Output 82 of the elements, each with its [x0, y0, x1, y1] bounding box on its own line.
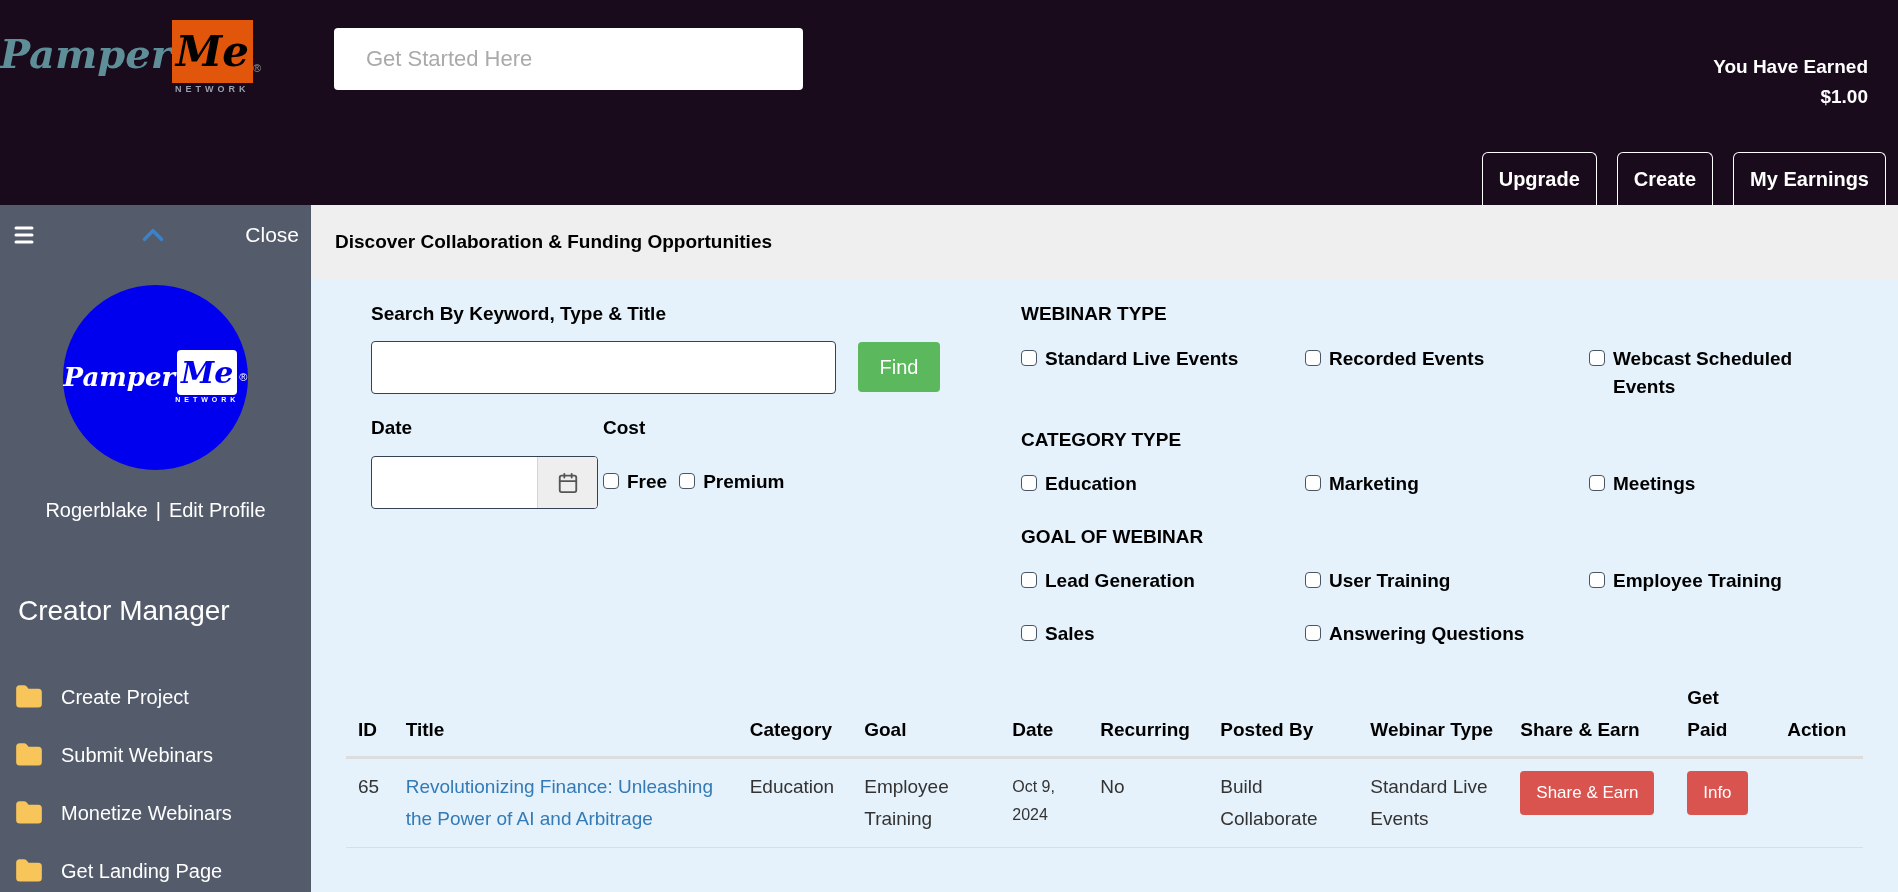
- column-header: Get Paid: [1675, 672, 1776, 758]
- checkbox[interactable]: [603, 473, 619, 489]
- webinar-title-link[interactable]: Revolutionizing Finance: Unleashing the Power of AI and Arbitrage: [405, 771, 726, 835]
- logo-word: Pamper: [63, 360, 176, 394]
- calendar-icon[interactable]: [556, 471, 579, 494]
- checkbox[interactable]: [1021, 572, 1037, 588]
- checkbox[interactable]: [1305, 475, 1321, 491]
- close-button[interactable]: Close: [245, 219, 299, 251]
- checkbox-label: Recorded Events: [1329, 346, 1485, 371]
- sidebar-item[interactable]: Submit Webinars: [13, 740, 311, 770]
- share-earn-button[interactable]: Share & Earn: [1520, 771, 1655, 815]
- checkbox-label: Lead Generation: [1045, 569, 1195, 593]
- column-header: Recurring: [1088, 672, 1209, 758]
- logo-mark: Me: [177, 349, 238, 395]
- checkbox[interactable]: [679, 473, 696, 489]
- checkbox-label: Premium: [703, 470, 785, 494]
- checkbox-label: Free: [627, 470, 668, 494]
- column-header: Title: [393, 672, 738, 758]
- page-title: Discover Collaboration & Funding Opportunities: [335, 230, 772, 255]
- table-cell: Standard Live Events: [1358, 757, 1509, 848]
- folder-icon: [13, 741, 45, 769]
- column-header: Goal: [852, 672, 1001, 758]
- column-header: Date: [1000, 672, 1089, 758]
- folder-icon: [13, 799, 45, 827]
- registered-mark: ®: [252, 61, 262, 76]
- checkbox-label: Employee Training: [1613, 569, 1782, 593]
- sidebar-item[interactable]: Create Project: [13, 682, 311, 712]
- checkbox-label: User Training: [1329, 569, 1451, 593]
- username: Rogerblake: [45, 498, 148, 523]
- table-cell: Employee Training: [852, 757, 1001, 848]
- cost-label: Cost: [603, 415, 647, 440]
- search-field[interactable]: Get Started Here: [334, 28, 803, 90]
- checkbox[interactable]: [1021, 475, 1037, 491]
- checkbox[interactable]: [1305, 349, 1321, 366]
- column-header: Action: [1775, 672, 1863, 758]
- header-button[interactable]: My Earnings: [1733, 152, 1886, 205]
- column-header: Category: [737, 672, 853, 758]
- date-label: Date: [371, 415, 414, 440]
- table-cell: 65: [346, 757, 394, 848]
- checkbox-label: Answering Questions: [1329, 621, 1525, 646]
- checkbox-label: Sales: [1045, 621, 1095, 646]
- checkbox-label: Meetings: [1613, 472, 1696, 496]
- group-title: WEBINAR TYPE: [1021, 302, 1168, 326]
- checkbox[interactable]: [1589, 475, 1605, 491]
- column-header: Webinar Type: [1358, 672, 1509, 758]
- header-button[interactable]: Upgrade: [1481, 152, 1597, 205]
- sidebar-item[interactable]: Get Landing Page: [13, 856, 311, 886]
- table-cell: Build Collaborate: [1208, 757, 1359, 848]
- table-cell: Oct 9, 2024: [1000, 757, 1089, 848]
- sidebar-item[interactable]: Monetize Webinars: [13, 798, 311, 828]
- header-button[interactable]: Create: [1616, 152, 1714, 205]
- table-cell: No: [1088, 757, 1209, 848]
- logo-subtitle: NETWORK: [175, 83, 250, 96]
- checkbox[interactable]: [1589, 572, 1605, 588]
- info-button[interactable]: Info: [1687, 771, 1748, 815]
- checkbox[interactable]: [1305, 572, 1321, 588]
- checkbox[interactable]: [1021, 349, 1037, 366]
- folder-icon: [13, 857, 45, 885]
- edit-profile-link[interactable]: Edit Profile: [168, 495, 266, 525]
- checkbox[interactable]: [1021, 624, 1037, 641]
- section-title: Creator Manager: [18, 594, 231, 628]
- keyword-label: Search By Keyword, Type & Title: [371, 302, 667, 326]
- table-cell: Education: [737, 757, 853, 848]
- separator: |: [155, 498, 161, 523]
- column-header: Share & Earn: [1508, 672, 1676, 758]
- checkbox[interactable]: [1589, 349, 1605, 366]
- checkbox-label: Webcast Scheduled Events: [1613, 346, 1794, 399]
- checkbox-label: Marketing: [1329, 472, 1419, 496]
- column-header: ID: [346, 672, 394, 758]
- registered-mark: ®: [239, 369, 248, 385]
- checkbox-label: Education: [1045, 472, 1137, 496]
- folder-icon: [13, 683, 45, 711]
- group-title: CATEGORY TYPE: [1021, 427, 1183, 452]
- checkbox-label: Standard Live Events: [1045, 346, 1239, 371]
- column-header: Posted By: [1208, 672, 1359, 758]
- date-field[interactable]: [371, 456, 598, 509]
- keyword-field[interactable]: [371, 340, 836, 394]
- earned-amount: $1.00: [1820, 85, 1868, 109]
- logo-mark: Me: [171, 20, 253, 83]
- checkbox[interactable]: [1305, 624, 1321, 641]
- earned-label: You Have Earned: [1713, 55, 1868, 79]
- group-title: GOAL OF WEBINAR: [1021, 524, 1205, 549]
